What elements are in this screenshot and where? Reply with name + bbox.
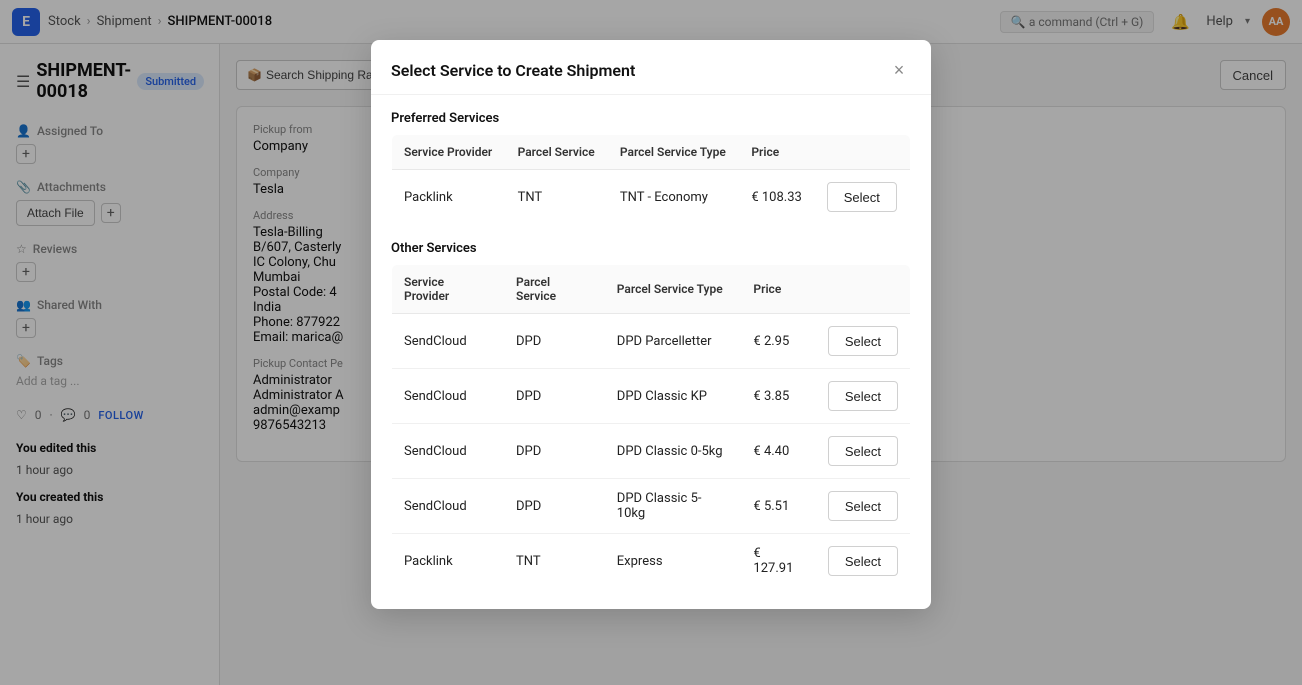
preferred-table-header-row: Service Provider Parcel Service Parcel S…: [392, 135, 911, 170]
other-section-heading: Other Services: [391, 241, 911, 256]
preferred-select-cell-0: Select: [815, 170, 911, 225]
other-type-2: DPD Classic 0-5kg: [605, 424, 742, 479]
modal-header: Select Service to Create Shipment ×: [371, 40, 931, 95]
modal-close-button[interactable]: ×: [887, 58, 911, 82]
col-type-other: Parcel Service Type: [605, 265, 742, 314]
preferred-section-heading: Preferred Services: [391, 111, 911, 126]
other-price-0: € 2.95: [741, 314, 815, 369]
other-provider-2: SendCloud: [392, 424, 505, 479]
other-type-1: DPD Classic KP: [605, 369, 742, 424]
other-price-4: € 127.91: [741, 534, 815, 589]
modal-title: Select Service to Create Shipment: [391, 61, 635, 80]
other-select-button-2[interactable]: Select: [828, 436, 898, 466]
other-select-button-1[interactable]: Select: [828, 381, 898, 411]
other-table-row: SendCloud DPD DPD Classic KP € 3.85 Sele…: [392, 369, 911, 424]
modal-body: Preferred Services Service Provider Parc…: [371, 95, 931, 609]
preferred-provider-0: Packlink: [392, 170, 506, 225]
other-table-row: SendCloud DPD DPD Classic 5-10kg € 5.51 …: [392, 479, 911, 534]
col-price-other: Price: [741, 265, 815, 314]
preferred-type-0: TNT - Economy: [608, 170, 739, 225]
other-type-0: DPD Parcelletter: [605, 314, 742, 369]
other-select-cell-4: Select: [816, 534, 911, 589]
modal-overlay: Select Service to Create Shipment × Pref…: [0, 0, 1302, 685]
other-service-0: DPD: [504, 314, 605, 369]
other-provider-0: SendCloud: [392, 314, 505, 369]
other-select-cell-0: Select: [816, 314, 911, 369]
preferred-service-0: TNT: [506, 170, 608, 225]
modal: Select Service to Create Shipment × Pref…: [371, 40, 931, 609]
col-provider-other: Service Provider: [392, 265, 505, 314]
other-type-3: DPD Classic 5-10kg: [605, 479, 742, 534]
other-services-table: Service Provider Parcel Service Parcel S…: [391, 264, 911, 589]
other-service-1: DPD: [504, 369, 605, 424]
col-service-other: Parcel Service: [504, 265, 605, 314]
other-provider-3: SendCloud: [392, 479, 505, 534]
other-select-button-4[interactable]: Select: [828, 546, 898, 576]
other-table-row: Packlink TNT Express € 127.91 Select: [392, 534, 911, 589]
col-action: [815, 135, 911, 170]
other-table-row: SendCloud DPD DPD Parcelletter € 2.95 Se…: [392, 314, 911, 369]
other-select-cell-2: Select: [816, 424, 911, 479]
col-service: Parcel Service: [506, 135, 608, 170]
other-service-3: DPD: [504, 479, 605, 534]
other-price-1: € 3.85: [741, 369, 815, 424]
other-provider-4: Packlink: [392, 534, 505, 589]
preferred-table-row: Packlink TNT TNT - Economy € 108.33 Sele…: [392, 170, 911, 225]
preferred-services-table: Service Provider Parcel Service Parcel S…: [391, 134, 911, 225]
other-price-3: € 5.51: [741, 479, 815, 534]
other-table-row: SendCloud DPD DPD Classic 0-5kg € 4.40 S…: [392, 424, 911, 479]
other-select-button-3[interactable]: Select: [828, 491, 898, 521]
preferred-select-button-0[interactable]: Select: [827, 182, 897, 212]
other-select-cell-3: Select: [816, 479, 911, 534]
other-select-cell-1: Select: [816, 369, 911, 424]
other-service-4: TNT: [504, 534, 605, 589]
other-type-4: Express: [605, 534, 742, 589]
other-provider-1: SendCloud: [392, 369, 505, 424]
other-table-header-row: Service Provider Parcel Service Parcel S…: [392, 265, 911, 314]
col-action-other: [816, 265, 911, 314]
col-type: Parcel Service Type: [608, 135, 739, 170]
col-price: Price: [739, 135, 814, 170]
preferred-price-0: € 108.33: [739, 170, 814, 225]
other-select-button-0[interactable]: Select: [828, 326, 898, 356]
col-provider: Service Provider: [392, 135, 506, 170]
other-service-2: DPD: [504, 424, 605, 479]
other-price-2: € 4.40: [741, 424, 815, 479]
